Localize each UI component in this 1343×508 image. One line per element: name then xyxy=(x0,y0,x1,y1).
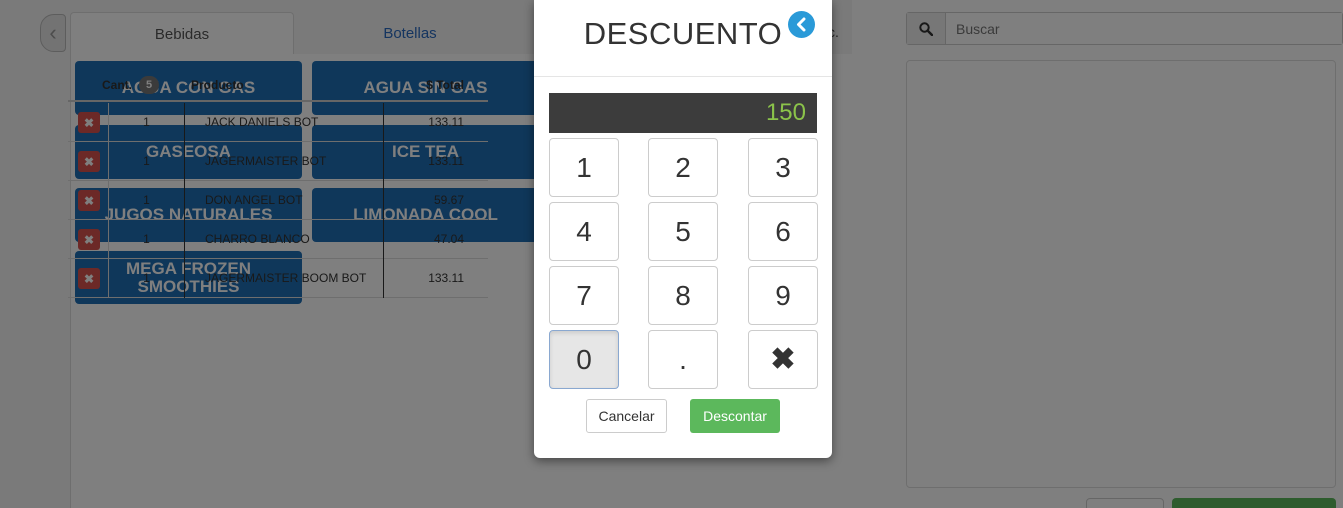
key-2[interactable]: 2 xyxy=(648,138,718,197)
key-3[interactable]: 3 xyxy=(748,138,818,197)
dialog-header: DESCUENTO xyxy=(534,0,832,77)
key-0[interactable]: 0 xyxy=(549,330,619,389)
key-6[interactable]: 6 xyxy=(748,202,818,261)
key-5[interactable]: 5 xyxy=(648,202,718,261)
chevron-left-icon xyxy=(797,17,806,32)
key-7[interactable]: 7 xyxy=(549,266,619,325)
key-1[interactable]: 1 xyxy=(549,138,619,197)
key-8[interactable]: 8 xyxy=(648,266,718,325)
key-9[interactable]: 9 xyxy=(748,266,818,325)
amount-display: 150 xyxy=(549,93,817,133)
clear-key-icon[interactable]: ✖ xyxy=(748,330,818,389)
cancel-button[interactable]: Cancelar xyxy=(586,399,667,433)
discount-dialog: DESCUENTO 150 1 2 3 4 5 6 7 8 9 0 . ✖ Ca… xyxy=(534,0,832,458)
key-4[interactable]: 4 xyxy=(549,202,619,261)
apply-discount-button[interactable]: Descontar xyxy=(690,399,780,433)
key-decimal[interactable]: . xyxy=(648,330,718,389)
back-button[interactable] xyxy=(788,11,815,38)
